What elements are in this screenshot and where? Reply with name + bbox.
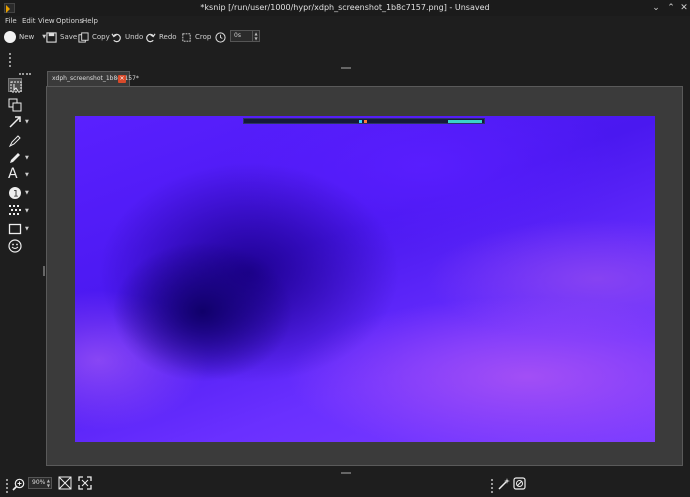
zoom-value: 90% bbox=[32, 479, 46, 486]
screenshot-taskbar bbox=[243, 118, 485, 124]
svg-text:1: 1 bbox=[13, 190, 19, 200]
redo-icon bbox=[146, 33, 156, 42]
window-title: *ksnip [/run/user/1000/hypr/xdph_screens… bbox=[200, 3, 490, 12]
menu-bar: File Edit View Options Help bbox=[0, 16, 690, 27]
delay-control bbox=[215, 30, 226, 44]
blur-tool-icon[interactable] bbox=[8, 203, 22, 217]
menu-view[interactable]: View bbox=[38, 17, 55, 25]
panel-splitter[interactable] bbox=[43, 266, 45, 276]
chevron-down-icon[interactable]: ▼ bbox=[25, 155, 29, 161]
new-button[interactable]: New ▼ bbox=[4, 30, 46, 44]
toolbar-grip[interactable] bbox=[6, 479, 8, 493]
close-icon[interactable]: ✕ bbox=[678, 2, 690, 14]
menu-edit[interactable]: Edit bbox=[22, 17, 36, 25]
select-tool-icon[interactable] bbox=[8, 78, 22, 93]
copy-button[interactable]: Copy bbox=[78, 30, 110, 44]
tool-panel: ▼ ▼ A ▼ 1 ▼ ▼ ▼ bbox=[0, 47, 46, 467]
undo-button-label: Undo bbox=[125, 33, 144, 41]
menu-file[interactable]: File bbox=[5, 17, 17, 25]
tab-screenshot[interactable]: xdph_screenshot_1b8c7157* × bbox=[47, 71, 139, 86]
panel-grip[interactable] bbox=[19, 73, 31, 75]
delay-spinbox[interactable]: 0s ▲ ▼ bbox=[230, 30, 260, 42]
splitter-grip[interactable] bbox=[341, 67, 351, 69]
modify-canvas-icon[interactable] bbox=[513, 477, 526, 490]
zoom-spinbox[interactable]: 90% ▲ ▼ bbox=[28, 477, 52, 489]
reset-zoom-icon[interactable] bbox=[78, 476, 92, 490]
screenshot-image[interactable] bbox=[75, 116, 655, 442]
chevron-down-icon[interactable]: ▼ bbox=[25, 208, 29, 214]
chevron-down-icon[interactable]: ▼ bbox=[25, 226, 29, 232]
copy-button-label: Copy bbox=[92, 33, 110, 41]
new-capture-icon bbox=[4, 31, 16, 43]
save-button-label: Save bbox=[60, 33, 78, 41]
crop-button[interactable]: Crop bbox=[181, 30, 211, 44]
menu-options[interactable]: Options bbox=[56, 17, 83, 25]
chevron-down-icon[interactable]: ▼ bbox=[25, 172, 29, 178]
delay-value: 0s bbox=[234, 32, 241, 39]
undo-icon bbox=[111, 33, 121, 42]
toolbar-grip[interactable] bbox=[491, 479, 493, 493]
chevron-down-icon[interactable]: ▼ bbox=[25, 119, 29, 125]
clock-icon bbox=[215, 31, 226, 43]
chevron-down-icon[interactable]: ▼ bbox=[25, 190, 29, 196]
save-icon bbox=[46, 31, 57, 43]
maximize-icon[interactable]: ⌃ bbox=[665, 2, 677, 14]
rectangle-tool-icon[interactable] bbox=[8, 221, 22, 235]
zoom-icon bbox=[12, 478, 25, 491]
menu-help[interactable]: Help bbox=[82, 17, 98, 25]
save-button[interactable]: Save bbox=[46, 30, 77, 44]
copy-icon bbox=[78, 31, 89, 43]
spin-arrows-icon[interactable]: ▲ ▼ bbox=[252, 31, 259, 41]
title-bar: *ksnip [/run/user/1000/hypr/xdph_screens… bbox=[0, 0, 690, 16]
undo-button[interactable]: Undo bbox=[111, 30, 143, 44]
marker-tool-icon[interactable] bbox=[8, 150, 22, 164]
crop-icon bbox=[182, 32, 191, 42]
spin-arrows-icon[interactable]: ▲ ▼ bbox=[47, 478, 50, 488]
text-tool-icon[interactable]: A bbox=[8, 167, 22, 181]
sticker-tool-icon[interactable] bbox=[8, 238, 22, 253]
pen-tool-icon[interactable] bbox=[8, 133, 22, 148]
minimize-icon[interactable]: ⌄ bbox=[650, 2, 662, 14]
status-bar bbox=[0, 474, 690, 497]
main-toolbar: New ▼ Save Copy Undo Redo Crop bbox=[0, 27, 690, 47]
fit-to-window-icon[interactable] bbox=[58, 476, 72, 490]
magic-wand-icon[interactable] bbox=[497, 477, 511, 491]
redo-button[interactable]: Redo bbox=[145, 30, 177, 44]
close-tab-icon[interactable]: × bbox=[118, 75, 126, 83]
crop-button-label: Crop bbox=[195, 33, 212, 41]
arrow-tool-icon[interactable] bbox=[8, 114, 22, 128]
number-tool-icon[interactable]: 1 bbox=[8, 185, 22, 200]
editor-canvas[interactable] bbox=[46, 86, 683, 466]
duplicate-tool-icon[interactable] bbox=[8, 97, 22, 112]
redo-button-label: Redo bbox=[159, 33, 177, 41]
new-button-label: New bbox=[19, 33, 35, 41]
